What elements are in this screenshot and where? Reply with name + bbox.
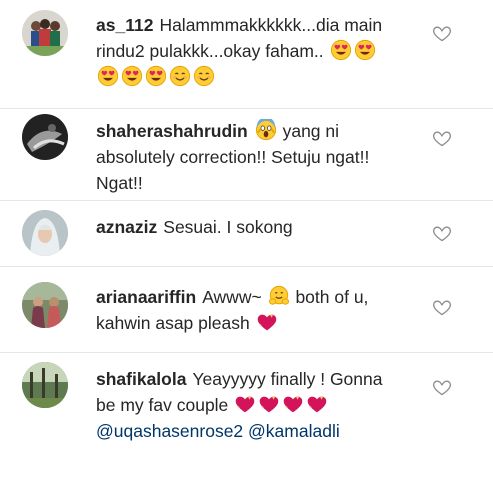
comment-username[interactable]: arianaariffin bbox=[96, 287, 196, 307]
comment-body: Sesuai. I sokong bbox=[163, 217, 293, 237]
comment-item: as_112 Halammmakkkkkk...dia main rindu2 p… bbox=[0, 0, 493, 108]
comment-item: shaherashahrudin yang ni absolutely corr… bbox=[0, 108, 493, 200]
heart-eyes-emoji bbox=[145, 65, 167, 87]
comment-username[interactable]: aznaziz bbox=[96, 217, 157, 237]
avatar-image bbox=[22, 362, 68, 408]
sparkling-heart-emoji bbox=[234, 393, 256, 415]
comment-text: arianaariffin Awww~ both of u, kahwin asa… bbox=[96, 284, 396, 336]
hugging-face-emoji bbox=[268, 285, 290, 307]
comment-item: arianaariffin Awww~ both of u, kahwin asa… bbox=[0, 266, 493, 352]
avatar[interactable] bbox=[22, 282, 68, 328]
avatar-image bbox=[22, 10, 68, 56]
heart-eyes-emoji bbox=[121, 65, 143, 87]
avatar[interactable] bbox=[22, 362, 68, 408]
sparkling-heart-emoji bbox=[282, 393, 304, 415]
avatar-image bbox=[22, 210, 68, 256]
mention-link[interactable]: @uqashasenrose2 bbox=[96, 421, 243, 441]
comment-text: shaherashahrudin yang ni absolutely corr… bbox=[96, 118, 396, 196]
mention-link[interactable]: @kamaladli bbox=[248, 421, 340, 441]
heart-outline-icon[interactable] bbox=[432, 223, 452, 243]
comment-body: Awww~ bbox=[202, 287, 262, 307]
comment-text: as_112 Halammmakkkkkk...dia main rindu2 p… bbox=[96, 12, 396, 90]
heart-eyes-emoji bbox=[97, 65, 119, 87]
comment-item: shafikalola Yeayyyyy finally ! Gonna be m… bbox=[0, 352, 493, 481]
avatar[interactable] bbox=[22, 114, 68, 160]
comment-username[interactable]: shafikalola bbox=[96, 369, 186, 389]
comment-username[interactable]: shaherashahrudin bbox=[96, 121, 248, 141]
comment-text: shafikalola Yeayyyyy finally ! Gonna be m… bbox=[96, 366, 396, 444]
avatar-image bbox=[22, 114, 68, 160]
smiling-emoji bbox=[193, 65, 215, 87]
heart-eyes-emoji bbox=[354, 39, 376, 61]
heart-outline-icon[interactable] bbox=[432, 297, 452, 317]
heart-eyes-emoji bbox=[330, 39, 352, 61]
avatar[interactable] bbox=[22, 210, 68, 256]
avatar-image bbox=[22, 282, 68, 328]
sparkling-heart-emoji bbox=[306, 393, 328, 415]
comment-text: aznaziz Sesuai. I sokong bbox=[96, 214, 396, 240]
comment-username[interactable]: as_112 bbox=[96, 15, 153, 35]
heart-outline-icon[interactable] bbox=[432, 377, 452, 397]
heart-outline-icon[interactable] bbox=[432, 23, 452, 43]
emoji-row bbox=[233, 395, 329, 415]
screaming-face-emoji bbox=[255, 119, 277, 141]
heart-outline-icon[interactable] bbox=[432, 128, 452, 148]
avatar[interactable] bbox=[22, 10, 68, 56]
sparkling-heart-emoji bbox=[258, 393, 280, 415]
comment-item: aznaziz Sesuai. I sokong bbox=[0, 200, 493, 266]
smiling-emoji bbox=[169, 65, 191, 87]
sparkling-heart-emoji bbox=[256, 311, 278, 333]
